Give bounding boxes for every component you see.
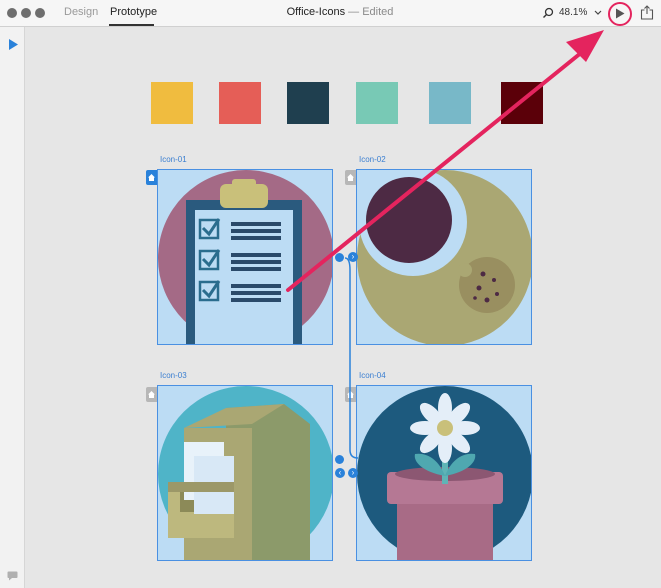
home-marker-icon-02[interactable] — [345, 170, 356, 185]
search-icon[interactable] — [542, 7, 554, 19]
tool-strip — [0, 27, 25, 588]
select-tool-icon[interactable] — [9, 39, 18, 50]
document-title: Office-Icons — Edited — [240, 6, 440, 18]
artboard-label-icon-02[interactable]: Icon-02 — [359, 155, 386, 164]
document-name: Office-Icons — [286, 6, 346, 18]
window-minimize-button[interactable] — [21, 8, 31, 18]
window-zoom-button[interactable] — [35, 8, 45, 18]
wire-connector-dot[interactable] — [335, 253, 344, 262]
color-swatch-red[interactable] — [219, 82, 261, 124]
comment-icon[interactable] — [7, 571, 18, 581]
home-icon — [148, 174, 155, 181]
title-bar: Design Prototype Office-Icons — Edited 4… — [0, 0, 661, 27]
artboard-label-icon-03[interactable]: Icon-03 — [160, 371, 187, 380]
artboard-label-icon-04[interactable]: Icon-04 — [359, 371, 386, 380]
color-swatch-maroon[interactable] — [501, 82, 543, 124]
color-swatch-navy[interactable] — [287, 82, 329, 124]
home-icon — [347, 391, 354, 398]
color-swatch-mint[interactable] — [356, 82, 398, 124]
canvas[interactable]: Icon-01 Icon-02 Icon-03 Icon-04 › ‹ › — [25, 27, 661, 588]
artboard-icon-03[interactable] — [157, 385, 333, 561]
home-marker-icon-04[interactable] — [345, 387, 356, 402]
home-icon — [347, 174, 354, 181]
home-artboard-marker[interactable] — [146, 170, 157, 185]
document-status: — Edited — [345, 6, 394, 18]
artboard-icon-01[interactable] — [157, 169, 333, 345]
active-tab-indicator — [109, 24, 154, 26]
color-swatch-yellow[interactable] — [151, 82, 193, 124]
home-icon — [148, 391, 155, 398]
potted-flower-icon — [357, 386, 531, 560]
link-target-arrow-icon[interactable]: › — [348, 468, 358, 478]
home-marker-icon-03[interactable] — [146, 387, 157, 402]
share-icon[interactable] — [640, 5, 654, 20]
color-swatch-teal[interactable] — [429, 82, 471, 124]
tab-design[interactable]: Design — [64, 6, 98, 18]
artboard-icon-04[interactable] — [356, 385, 532, 561]
artboard-icon-02[interactable] — [356, 169, 532, 345]
clipboard-checklist-icon — [158, 170, 332, 344]
tab-prototype[interactable]: Prototype — [110, 6, 157, 18]
play-icon[interactable] — [615, 8, 625, 19]
zoom-level[interactable]: 48.1% — [559, 7, 587, 18]
wire-connector-dot[interactable] — [335, 455, 344, 464]
filing-cabinet-icon — [158, 386, 332, 560]
artboard-label-icon-01[interactable]: Icon-01 — [160, 155, 187, 164]
window-close-button[interactable] — [7, 8, 17, 18]
link-back-arrow-icon[interactable]: ‹ — [335, 468, 345, 478]
moon-cookie-icon — [357, 170, 531, 344]
chevron-down-icon[interactable] — [594, 10, 602, 16]
link-target-arrow-icon[interactable]: › — [348, 252, 358, 262]
